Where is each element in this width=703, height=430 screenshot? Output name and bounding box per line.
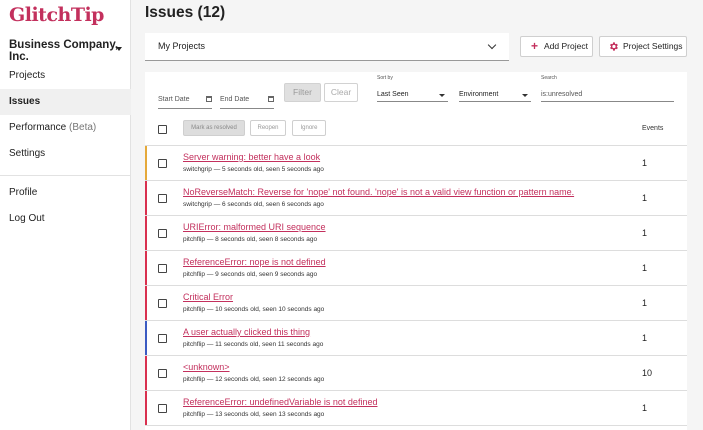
issue-meta: switchgrip — 5 seconds old, seen 5 secon…: [183, 166, 324, 173]
row-checkbox[interactable]: [158, 334, 167, 343]
filter-button[interactable]: Filter: [284, 83, 321, 102]
glitchtip-logo[interactable]: GlitchTip: [9, 4, 104, 26]
table-row: Server warning: better have a look switc…: [145, 146, 687, 181]
caret-down-icon: [522, 94, 528, 97]
clear-button[interactable]: Clear: [324, 83, 358, 102]
table-row: ReferenceError: nope is not defined pitc…: [145, 251, 687, 286]
event-count: 1: [642, 403, 648, 413]
issue-title-link[interactable]: ReferenceError: nope is not defined: [183, 257, 326, 267]
level-indicator: [145, 321, 147, 355]
event-count: 1: [642, 228, 648, 238]
environment-value: Environment: [459, 91, 499, 98]
row-checkbox[interactable]: [158, 369, 167, 378]
start-date-input[interactable]: Start Date: [158, 93, 212, 109]
caret-down-icon: [439, 94, 445, 97]
event-count: 1: [642, 333, 648, 343]
table-row: <unknown> pitchflip — 12 seconds old, se…: [145, 356, 687, 391]
issue-meta: pitchflip — 11 seconds old, seen 11 seco…: [183, 341, 324, 348]
event-count: 1: [642, 298, 648, 308]
search-value: is:unresolved: [541, 91, 583, 98]
add-project-button[interactable]: + Add Project: [520, 36, 593, 57]
environment-select[interactable]: Environment: [459, 86, 531, 102]
gear-icon: [610, 42, 618, 51]
sort-label: Sort by: [377, 75, 393, 81]
nav-item-performance[interactable]: Performance (Beta): [0, 115, 131, 141]
project-settings-label: Project Settings: [623, 41, 683, 51]
events-column-header: Events: [642, 125, 664, 132]
project-select[interactable]: My Projects: [145, 33, 509, 61]
issue-meta: pitchflip — 10 seconds old, seen 10 seco…: [183, 306, 325, 313]
row-checkbox[interactable]: [158, 159, 167, 168]
event-count: 1: [642, 193, 648, 203]
table-row: NoReverseMatch: Reverse for 'nope' not f…: [145, 181, 687, 216]
row-checkbox[interactable]: [158, 229, 167, 238]
event-count: 10: [642, 368, 653, 378]
nav-item-issues[interactable]: Issues: [0, 89, 131, 115]
table-row: A user actually clicked this thing pitch…: [145, 321, 687, 356]
page-title: Issues (12): [145, 4, 226, 21]
plus-icon: +: [531, 39, 539, 53]
nav-item-profile[interactable]: Profile: [0, 180, 131, 206]
nav-item-performance-label: Performance: [9, 122, 67, 133]
table-row: URIError: malformed URI sequence pitchfl…: [145, 216, 687, 251]
row-checkbox[interactable]: [158, 194, 167, 203]
issue-title-link[interactable]: Server warning: better have a look: [183, 152, 320, 162]
table-row: Critical Error pitchflip — 10 seconds ol…: [145, 286, 687, 321]
issue-title-link[interactable]: <unknown>: [183, 362, 230, 372]
issue-meta: pitchflip — 12 seconds old, seen 12 seco…: [183, 376, 325, 383]
sort-value: Last Seen: [377, 91, 409, 98]
row-checkbox[interactable]: [158, 404, 167, 413]
level-indicator: [145, 391, 147, 425]
event-count: 1: [642, 263, 648, 273]
nav-item-logout[interactable]: Log Out: [0, 206, 131, 232]
sidebar: GlitchTip Business Company, Inc. Project…: [0, 0, 131, 430]
nav-item-settings[interactable]: Settings: [0, 141, 131, 167]
add-project-label: Add Project: [544, 41, 588, 51]
search-label: Search: [541, 75, 557, 81]
nav-item-projects[interactable]: Projects: [0, 63, 131, 89]
level-indicator: [145, 251, 147, 285]
calendar-icon[interactable]: [268, 96, 274, 102]
issue-title-link[interactable]: NoReverseMatch: Reverse for 'nope' not f…: [183, 187, 574, 197]
sort-select[interactable]: Sort by Last Seen: [377, 75, 448, 102]
mark-resolved-button[interactable]: Mark as resolved: [183, 120, 245, 136]
table-row: ReferenceError: undefinedVariable is not…: [145, 391, 687, 426]
caret-down-icon[interactable]: [116, 47, 122, 51]
issue-title-link[interactable]: Critical Error: [183, 292, 233, 302]
ignore-button[interactable]: Ignore: [292, 120, 326, 136]
issue-meta: pitchflip — 9 seconds old, seen 9 second…: [183, 271, 318, 278]
organization-switcher[interactable]: Business Company, Inc.: [9, 39, 124, 63]
level-indicator: [145, 181, 147, 215]
issue-meta: pitchflip — 8 seconds old, seen 8 second…: [183, 236, 318, 243]
chevron-down-icon: [487, 40, 497, 50]
issue-meta: pitchflip — 13 seconds old, seen 13 seco…: [183, 411, 325, 418]
level-indicator: [145, 356, 147, 390]
level-indicator: [145, 286, 147, 320]
project-select-value: My Projects: [158, 41, 206, 51]
project-settings-button[interactable]: Project Settings: [599, 36, 687, 57]
row-checkbox[interactable]: [158, 299, 167, 308]
search-input[interactable]: Search is:unresolved: [541, 75, 674, 102]
end-date-input[interactable]: End Date: [220, 93, 274, 109]
nav-divider: [0, 175, 131, 176]
level-indicator: [145, 146, 147, 180]
event-count: 1: [642, 158, 648, 168]
beta-badge: (Beta): [69, 122, 97, 133]
issue-title-link[interactable]: ReferenceError: undefinedVariable is not…: [183, 397, 377, 407]
select-all-checkbox[interactable]: [158, 125, 167, 134]
issues-card: Start Date End Date Filter Clear Sort by…: [145, 72, 687, 430]
issue-title-link[interactable]: A user actually clicked this thing: [183, 327, 310, 337]
row-checkbox[interactable]: [158, 264, 167, 273]
level-indicator: [145, 216, 147, 250]
calendar-icon[interactable]: [206, 96, 212, 102]
issue-meta: switchgrip — 6 seconds old, seen 6 secon…: [183, 201, 324, 208]
issue-title-link[interactable]: URIError: malformed URI sequence: [183, 222, 326, 232]
reopen-button[interactable]: Reopen: [250, 120, 286, 136]
